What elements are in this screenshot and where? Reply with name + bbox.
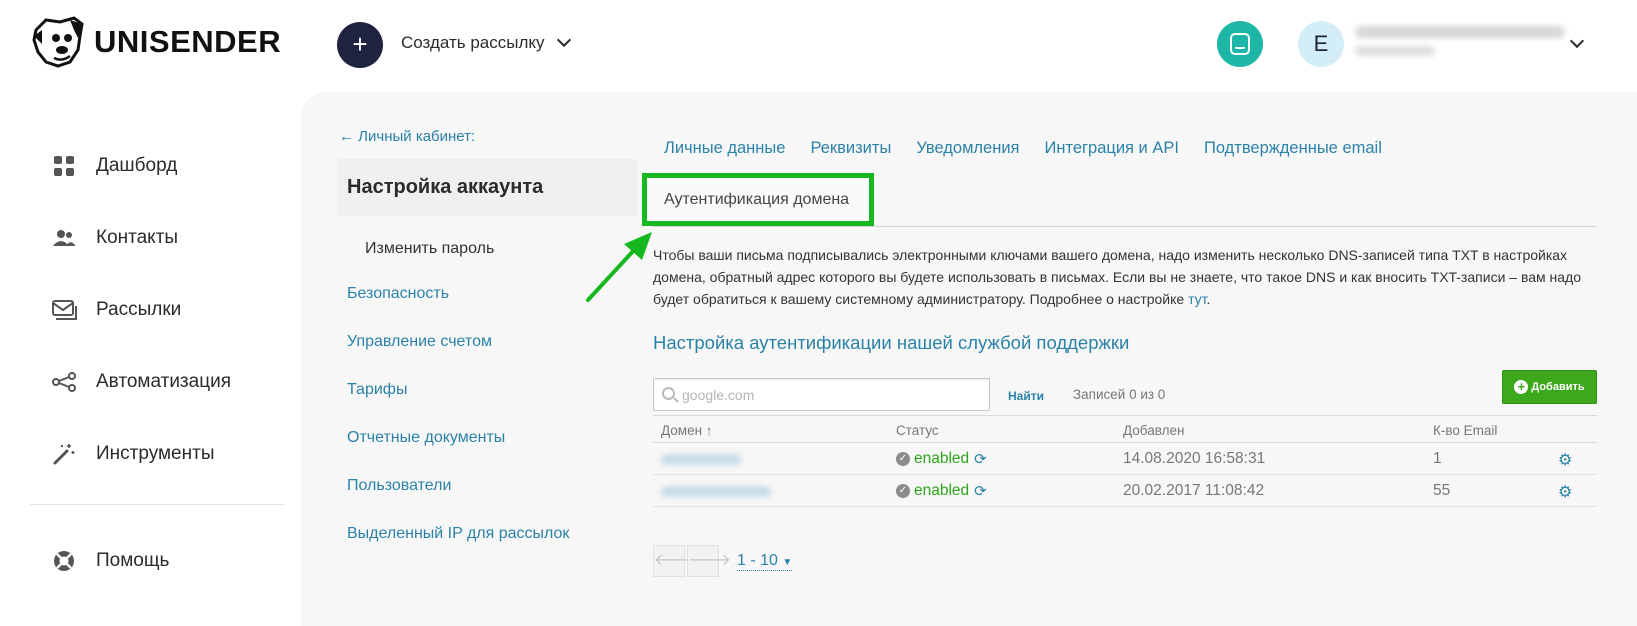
sidebar-item-label: Дашборд: [96, 155, 178, 176]
description-text: Чтобы ваши письма подписывались электрон…: [653, 247, 1582, 307]
tab-domain-auth[interactable]: Аутентификация домена: [664, 191, 849, 209]
count-cell: 55: [1433, 482, 1451, 499]
domain-search[interactable]: [653, 378, 990, 411]
domain-cell[interactable]: [661, 450, 741, 470]
refresh-icon[interactable]: ⟳: [974, 450, 987, 468]
column-email-count: К-во Email: [1433, 423, 1498, 438]
domain-cell[interactable]: [661, 482, 771, 502]
find-button[interactable]: Найти: [1008, 389, 1044, 403]
users-icon: [50, 224, 78, 252]
sidebar-item-help[interactable]: Помощь: [30, 525, 285, 597]
refresh-icon[interactable]: ⟳: [974, 482, 987, 500]
left-sidebar: Дашборд Контакты Рассылки Автоматизация …: [30, 130, 285, 597]
sidebar-item-dashboard[interactable]: Дашборд: [30, 130, 285, 202]
settings-subnav: ← Личный кабинет: Настройка аккаунта Изм…: [337, 128, 637, 558]
domain-blurred: [661, 454, 741, 465]
add-button-label: Добавить: [1531, 381, 1585, 393]
account-email-blurred: [1355, 26, 1565, 38]
sidebar-divider: [30, 504, 285, 505]
search-icon: [662, 387, 675, 400]
status-text: enabled: [914, 450, 970, 467]
sidebar-item-label: Помощь: [96, 550, 170, 571]
sidebar-item-label: Рассылки: [96, 299, 182, 320]
tabs-divider: [653, 226, 1597, 227]
domains-table: Домен ↑ Статус Добавлен К-во Email ✓ ena…: [653, 415, 1597, 507]
dog-logo-icon: [32, 16, 84, 68]
check-circle-icon: ✓: [896, 484, 910, 498]
settings-tabs: Личные данные Реквизиты Уведомления Инте…: [664, 139, 1407, 158]
table-row: ✓ enabled ⟳ 20.02.2017 11:08:42 55 ⚙: [653, 475, 1597, 507]
details-link[interactable]: тут: [1188, 291, 1206, 307]
chat-bubble-icon: [1230, 33, 1250, 55]
page-size-dropdown[interactable]: 1 - 10 ▼: [737, 551, 793, 571]
grid-icon: [50, 152, 78, 180]
settings-title[interactable]: Настройка аккаунта: [337, 159, 637, 216]
account-info[interactable]: [1355, 26, 1565, 56]
domain-auth-description: Чтобы ваши письма подписывались электрон…: [653, 244, 1593, 310]
subnav-tariffs[interactable]: Тарифы: [337, 366, 637, 414]
gear-icon[interactable]: ⚙: [1558, 482, 1572, 502]
logo[interactable]: UNISENDER: [30, 16, 281, 68]
status-text: enabled: [914, 482, 970, 499]
check-circle-icon: ✓: [896, 452, 910, 466]
added-cell: 20.02.2017 11:08:42: [1123, 482, 1265, 499]
account-chevron-down-icon[interactable]: [1569, 33, 1585, 49]
status-cell: ✓ enabled ⟳: [896, 450, 987, 468]
status-cell: ✓ enabled ⟳: [896, 482, 987, 500]
table-row: ✓ enabled ⟳ 14.08.2020 16:58:31 1 ⚙: [653, 443, 1597, 475]
lifebuoy-icon: [50, 547, 78, 575]
chevron-down-icon: [556, 32, 571, 48]
subnav-dedicated-ip[interactable]: Выделенный IP для рассылок: [337, 510, 637, 558]
logo-text: UNISENDER: [94, 24, 282, 59]
chat-button[interactable]: [1217, 21, 1263, 67]
added-cell: 14.08.2020 16:58:31: [1123, 450, 1266, 467]
avatar[interactable]: E: [1298, 21, 1344, 67]
annotation-arrow-icon: [586, 232, 652, 302]
description-end: .: [1206, 291, 1211, 307]
caret-down-icon: ▼: [782, 556, 793, 568]
tab-requisites[interactable]: Реквизиты: [810, 139, 891, 158]
tab-integration-api[interactable]: Интеграция и API: [1044, 139, 1178, 158]
gear-icon[interactable]: ⚙: [1558, 450, 1572, 470]
search-input[interactable]: [682, 379, 982, 410]
tab-notifications[interactable]: Уведомления: [916, 139, 1019, 158]
account-id-blurred: [1355, 46, 1435, 56]
nodes-icon: [50, 368, 78, 396]
count-cell: 1: [1433, 450, 1442, 467]
column-domain[interactable]: Домен ↑: [661, 423, 713, 438]
next-page-button[interactable]: 🡒: [687, 545, 731, 577]
domain-blurred: [661, 486, 771, 497]
subnav-reports[interactable]: Отчетные документы: [337, 414, 637, 462]
table-header: Домен ↑ Статус Добавлен К-во Email: [653, 415, 1597, 443]
subnav-users[interactable]: Пользователи: [337, 462, 637, 510]
sidebar-item-campaigns[interactable]: Рассылки: [30, 274, 285, 346]
sidebar-item-label: Контакты: [96, 227, 179, 248]
pagination: 🡐 🡒 1 - 10 ▼: [653, 545, 793, 577]
prev-page-button[interactable]: 🡐: [653, 545, 697, 577]
records-count: Записей 0 из 0: [1073, 387, 1166, 402]
create-campaign-label: Создать рассылку: [401, 33, 545, 52]
magic-wand-icon: [50, 440, 78, 468]
sidebar-item-label: Инструменты: [96, 443, 215, 464]
column-added: Добавлен: [1123, 423, 1185, 438]
section-title: Настройка аутентификации нашей службой п…: [653, 332, 1130, 353]
column-status: Статус: [896, 423, 939, 438]
sidebar-item-contacts[interactable]: Контакты: [30, 202, 285, 274]
create-campaign-button[interactable]: +: [337, 22, 383, 68]
add-domain-button[interactable]: + Добавить: [1502, 370, 1597, 404]
sidebar-item-automation[interactable]: Автоматизация: [30, 346, 285, 418]
subnav-billing[interactable]: Управление счетом: [337, 318, 637, 366]
sidebar-item-tools[interactable]: Инструменты: [30, 418, 285, 490]
plus-circle-icon: +: [1514, 380, 1529, 394]
back-link[interactable]: ← Личный кабинет:: [337, 128, 637, 145]
tab-personal-data[interactable]: Личные данные: [664, 139, 785, 158]
tab-confirmed-email[interactable]: Подтвержденные email: [1204, 139, 1382, 158]
page-range: 1 - 10: [737, 551, 778, 569]
mail-stack-icon: [50, 296, 78, 324]
sidebar-item-label: Автоматизация: [96, 371, 231, 392]
create-campaign-dropdown[interactable]: Создать рассылку: [401, 32, 571, 53]
